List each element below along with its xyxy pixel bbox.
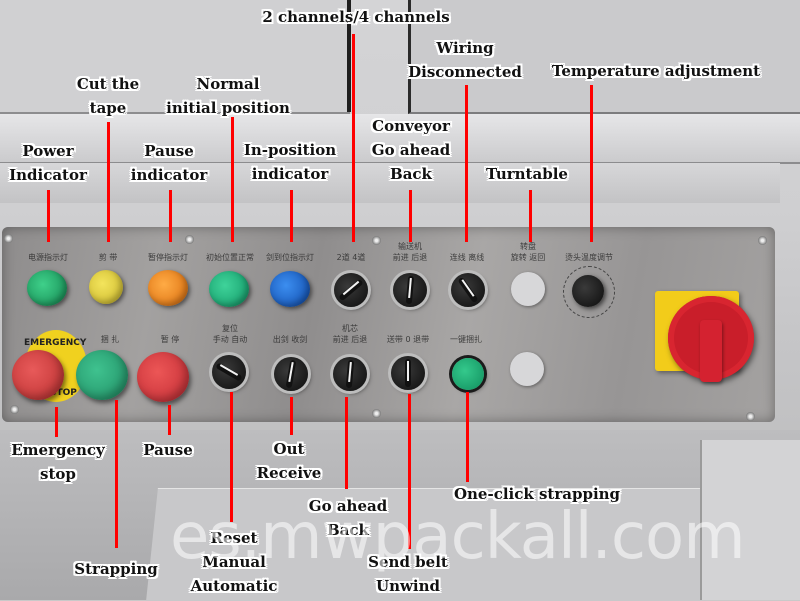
screw-icon — [10, 405, 19, 414]
panel-label-wiring: 连线 离线 — [449, 253, 485, 262]
leader-line — [345, 397, 348, 489]
reset-selector-knob[interactable] — [212, 355, 246, 389]
callout-wiring: Wiring Disconnected — [408, 39, 522, 81]
wiring-selector-knob[interactable] — [451, 273, 485, 307]
leader-line — [529, 190, 532, 242]
leader-line — [352, 34, 355, 242]
screw-icon — [372, 409, 381, 418]
leader-line — [290, 190, 293, 242]
panel-label-turntable-title: 转盘 — [520, 242, 536, 251]
leader-line — [47, 190, 50, 242]
panel-label-in-position: 剑到位指示灯 — [266, 253, 314, 262]
strapping-button[interactable] — [76, 350, 128, 400]
emergency-stop-button[interactable] — [12, 350, 64, 400]
callout-conveyor: Conveyor Go ahead Back — [371, 117, 451, 183]
panel-label-channels: 2道 4道 — [336, 253, 366, 262]
out-receive-selector-knob[interactable] — [274, 357, 308, 391]
callout-turntable: Turntable — [486, 165, 568, 183]
screw-icon — [372, 236, 381, 245]
turntable-button[interactable] — [511, 272, 545, 306]
initial-position-lamp — [209, 271, 249, 307]
temperature-dial[interactable] — [572, 275, 604, 307]
callout-strapping: Strapping — [74, 560, 158, 578]
leader-line — [290, 397, 293, 435]
panel-label-turntable: 旋转 返回 — [510, 253, 546, 262]
cut-tape-button[interactable] — [89, 270, 123, 304]
power-indicator-lamp — [27, 270, 67, 306]
callout-cut-tape: Cut the tape — [76, 75, 140, 117]
main-switch-handle[interactable] — [700, 320, 722, 382]
panel-label-cut: 剪 带 — [98, 253, 118, 262]
panel-label-conveyor: 前进 后退 — [392, 253, 428, 262]
leader-line — [168, 405, 171, 435]
screw-icon — [746, 412, 755, 421]
leader-line — [169, 190, 172, 242]
callout-normal-initial-position: Normal initial position — [166, 75, 290, 117]
watermark: es.mwpackall.com — [170, 500, 746, 574]
callout-out-receive: Out Receive — [256, 440, 322, 482]
emergency-ring-text: EMERGENCY — [24, 338, 87, 348]
leader-line — [107, 122, 110, 242]
channels-selector-knob[interactable] — [334, 273, 368, 307]
panel-label-reset: 手动 自动 — [212, 335, 248, 344]
one-click-strapping-button[interactable] — [452, 358, 484, 390]
leader-line — [465, 85, 468, 242]
screw-icon — [185, 235, 194, 244]
panel-label-strap: 捆 扎 — [100, 335, 120, 344]
core-selector-knob[interactable] — [333, 357, 367, 391]
callout-emergency-stop: Emergency stop — [11, 441, 105, 483]
panel-label-core: 前进 后退 — [332, 335, 368, 344]
pause-button[interactable] — [137, 352, 189, 402]
send-belt-selector-knob[interactable] — [391, 356, 425, 390]
panel-label-pause-indicator: 暂停指示灯 — [148, 253, 188, 262]
leader-line — [466, 392, 469, 482]
pause-indicator-lamp — [148, 270, 188, 306]
conveyor-selector-knob[interactable] — [393, 273, 427, 307]
leader-line — [231, 117, 234, 242]
callout-in-position-indicator: In-position indicator — [243, 141, 337, 183]
callout-channels: 2 channels/4 channels — [262, 8, 450, 26]
spare-button[interactable] — [510, 352, 544, 386]
callout-temperature: Temperature adjustment — [551, 62, 761, 80]
panel-label-initial-position: 初始位置正常 — [206, 253, 254, 262]
panel-label-core-title: 机芯 — [342, 324, 358, 333]
leader-line — [115, 400, 118, 548]
leader-line — [590, 85, 593, 242]
leader-line — [55, 407, 58, 437]
panel-label-out-receive: 出剑 收剑 — [272, 335, 308, 344]
callout-pause-indicator: Pause indicator — [130, 142, 208, 184]
leader-line — [409, 190, 412, 242]
panel-label-power: 电源指示灯 — [28, 253, 68, 262]
callout-power-indicator: Power Indicator — [9, 142, 87, 184]
screw-icon — [758, 236, 767, 245]
screw-icon — [4, 234, 13, 243]
panel-label-temperature: 烫头温度调节 — [565, 253, 613, 262]
panel-label-one-click: 一键捆扎 — [450, 335, 482, 344]
in-position-lamp — [270, 271, 310, 307]
panel-label-reset-title: 复位 — [222, 324, 238, 333]
callout-pause: Pause — [143, 441, 193, 459]
panel-label-conveyor-title: 输送机 — [398, 242, 422, 251]
panel-label-send-belt: 送带 0 退带 — [386, 335, 430, 344]
panel-label-pause: 暂 停 — [160, 335, 180, 344]
